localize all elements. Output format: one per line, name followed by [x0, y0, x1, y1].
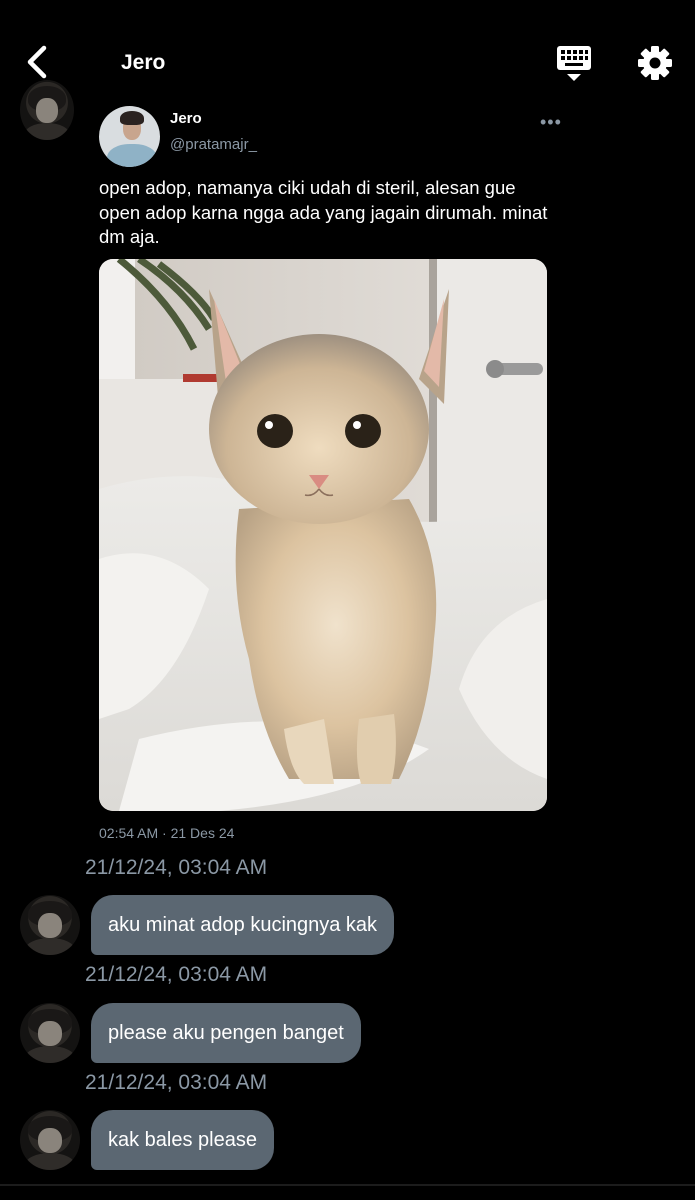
tweet-timestamp: 02:54 AM · 21 Des 24 — [99, 825, 235, 841]
keyboard-icon[interactable] — [555, 44, 593, 84]
tweet-author-avatar[interactable] — [99, 106, 160, 167]
message-bubble[interactable]: please aku pengen banget — [91, 1003, 361, 1063]
tweet-photo-cat[interactable] — [99, 259, 547, 811]
conversation-title: Jero — [121, 51, 166, 74]
message-bubble[interactable]: aku minat adop kucingnya kak — [91, 895, 395, 955]
message-timestamp: 21/12/24, 03:04 AM — [85, 856, 268, 879]
avatar-face — [38, 913, 62, 939]
more-options-icon[interactable]: ••• — [540, 112, 562, 133]
message-timestamp: 21/12/24, 03:04 AM — [85, 1071, 268, 1094]
composer-divider — [0, 1184, 695, 1186]
message-timestamp: 21/12/24, 03:04 AM — [85, 963, 268, 986]
avatar-shirt — [24, 123, 70, 140]
avatar-face — [38, 1128, 62, 1154]
sender-avatar[interactable] — [20, 80, 74, 140]
top-bar: Jero — [0, 0, 695, 108]
avatar-shirt — [24, 1046, 76, 1063]
chevron-left-icon[interactable] — [20, 42, 56, 82]
avatar-hair — [120, 111, 144, 125]
avatar-face — [36, 98, 58, 124]
avatar-face — [38, 1021, 62, 1047]
tweet-text: open adop, namanya ciki udah di steril, … — [99, 177, 548, 247]
sender-avatar[interactable] — [20, 1003, 80, 1063]
sender-avatar[interactable] — [20, 1110, 80, 1170]
sender-avatar[interactable] — [20, 895, 80, 955]
avatar-shirt — [24, 938, 76, 955]
gear-icon[interactable] — [635, 43, 675, 83]
message-bubble[interactable]: kak bales please — [91, 1110, 274, 1170]
avatar-shirt — [107, 144, 157, 167]
avatar-shirt — [24, 1153, 76, 1170]
tweet-author-handle[interactable]: @pratamajr_ — [170, 136, 257, 153]
tweet-author-name[interactable]: Jero — [170, 110, 202, 127]
